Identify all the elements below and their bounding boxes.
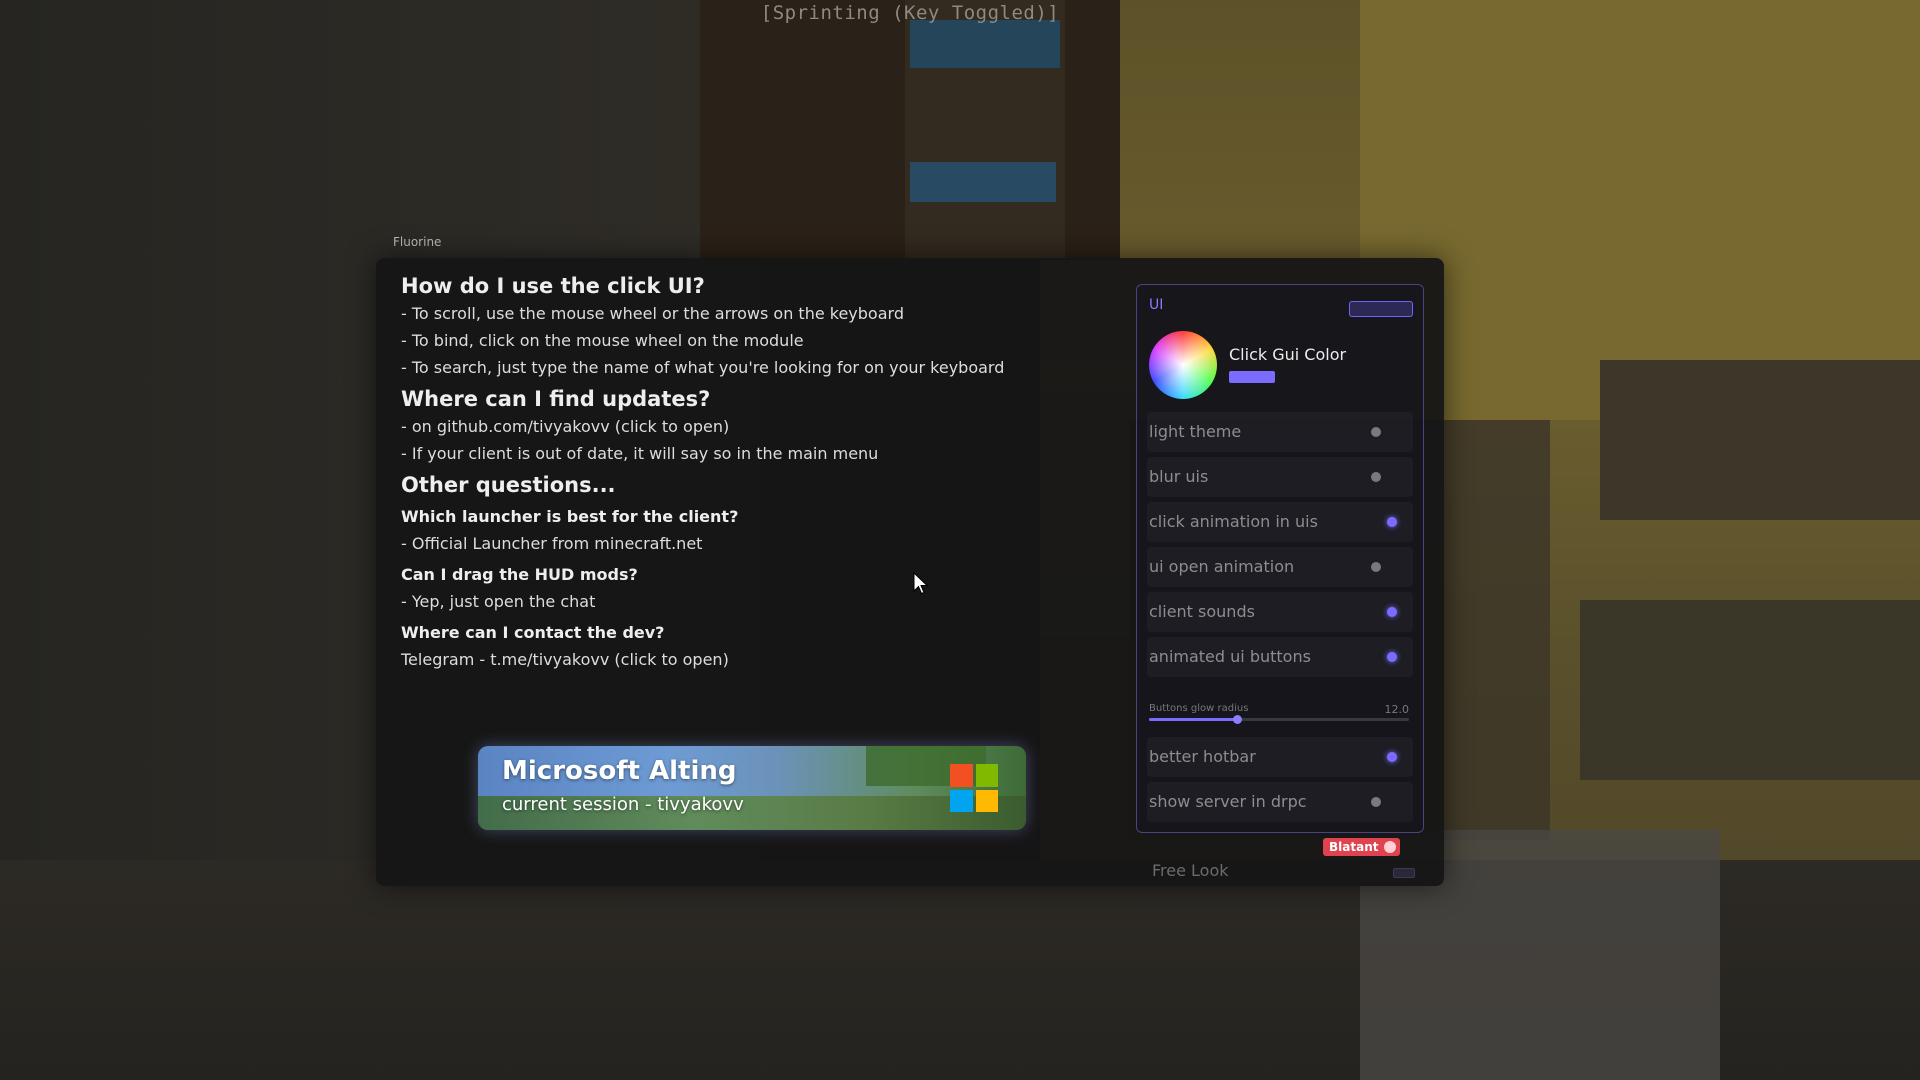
skull-icon <box>1384 841 1397 853</box>
module-title: UI <box>1149 297 1164 313</box>
setting-client-sounds[interactable]: client sounds <box>1147 592 1413 632</box>
slider-value: 12.0 <box>1384 703 1410 716</box>
sprint-status-hud: [Sprinting (Key Toggled)] <box>760 2 1060 24</box>
slider-label: Buttons glow radius <box>1149 703 1249 714</box>
alting-title: Microsoft Alting <box>502 756 737 786</box>
help-heading: Where can I find updates? <box>401 387 711 411</box>
setting-animated-ui-buttons[interactable]: animated ui buttons <box>1147 637 1413 677</box>
setting-click-animation[interactable]: click animation in uis <box>1147 502 1413 542</box>
slider-fill <box>1149 718 1238 721</box>
setting-label: client sounds <box>1149 602 1255 621</box>
help-line: - To search, just type the name of what … <box>401 358 1005 377</box>
client-sounds-toggle[interactable] <box>1367 604 1401 620</box>
blur-uis-toggle[interactable] <box>1367 469 1401 485</box>
mouse-cursor-icon <box>913 572 929 595</box>
category-badge-blatant: Blatant <box>1323 838 1401 856</box>
help-line: - To scroll, use the mouse wheel or the … <box>401 304 904 323</box>
help-heading: Other questions... <box>401 473 616 497</box>
click-gui-color-setting: Click Gui Color <box>1147 331 1413 403</box>
setting-show-server-in-drpc[interactable]: show server in drpc <box>1147 782 1413 822</box>
free-look-keybind[interactable] <box>1393 868 1415 878</box>
help-section: How do I use the click UI? - To scroll, … <box>401 272 1121 673</box>
setting-label: ui open animation <box>1149 557 1295 576</box>
ui-open-animation-toggle[interactable] <box>1367 559 1401 575</box>
setting-better-hotbar[interactable]: better hotbar <box>1147 737 1413 777</box>
telegram-link[interactable]: Telegram - t.me/tivyakovv (click to open… <box>401 646 1121 673</box>
faq-question: Can I drag the HUD mods? <box>401 565 638 584</box>
setting-label: blur uis <box>1149 467 1209 486</box>
faq-answer: - Official Launcher from minecraft.net <box>401 534 703 553</box>
click-gui-panel: How do I use the click UI? - To scroll, … <box>376 258 1444 886</box>
help-line: - To bind, click on the mouse wheel on t… <box>401 331 804 350</box>
setting-label: better hotbar <box>1149 747 1256 766</box>
setting-blur-uis[interactable]: blur uis <box>1147 457 1413 497</box>
light-theme-toggle[interactable] <box>1367 424 1401 440</box>
client-name-label: Fluorine <box>393 235 442 249</box>
buttons-glow-radius-slider[interactable]: Buttons glow radius 12.0 <box>1147 703 1413 729</box>
animated-ui-buttons-toggle[interactable] <box>1367 649 1401 665</box>
click-animation-toggle[interactable] <box>1367 514 1401 530</box>
better-hotbar-toggle[interactable] <box>1367 749 1401 765</box>
setting-light-theme[interactable]: light theme <box>1147 412 1413 452</box>
show-server-toggle[interactable] <box>1367 794 1401 810</box>
faq-question: Which launcher is best for the client? <box>401 507 739 526</box>
help-heading: How do I use the click UI? <box>401 274 705 298</box>
slider-handle[interactable] <box>1233 715 1243 724</box>
color-setting-label: Click Gui Color <box>1229 345 1347 364</box>
color-wheel-picker[interactable] <box>1149 331 1217 399</box>
ui-module-settings: UI Click Gui Color light theme blur uis … <box>1136 284 1424 833</box>
microsoft-alting-button[interactable]: Microsoft Alting current session - tivya… <box>478 746 1026 830</box>
setting-label: show server in drpc <box>1149 792 1307 811</box>
module-keybind-button[interactable] <box>1349 301 1413 317</box>
module-free-look[interactable]: Free Look <box>1152 861 1229 880</box>
faq-question: Where can I contact the dev? <box>401 623 665 642</box>
setting-label: light theme <box>1149 422 1242 441</box>
faq-answer: - Yep, just open the chat <box>401 592 596 611</box>
microsoft-logo-icon <box>950 764 998 812</box>
setting-ui-open-animation[interactable]: ui open animation <box>1147 547 1413 587</box>
color-preview-swatch <box>1229 371 1275 383</box>
slider-track[interactable] <box>1149 715 1409 724</box>
category-label: Blatant <box>1329 840 1379 854</box>
help-line: - If your client is out of date, it will… <box>401 444 879 463</box>
github-link[interactable]: - on github.com/tivyakovv (click to open… <box>401 413 1121 440</box>
setting-label: animated ui buttons <box>1149 647 1311 666</box>
setting-label: click animation in uis <box>1149 512 1318 531</box>
current-session-label: current session - tivyakovv <box>502 794 744 815</box>
